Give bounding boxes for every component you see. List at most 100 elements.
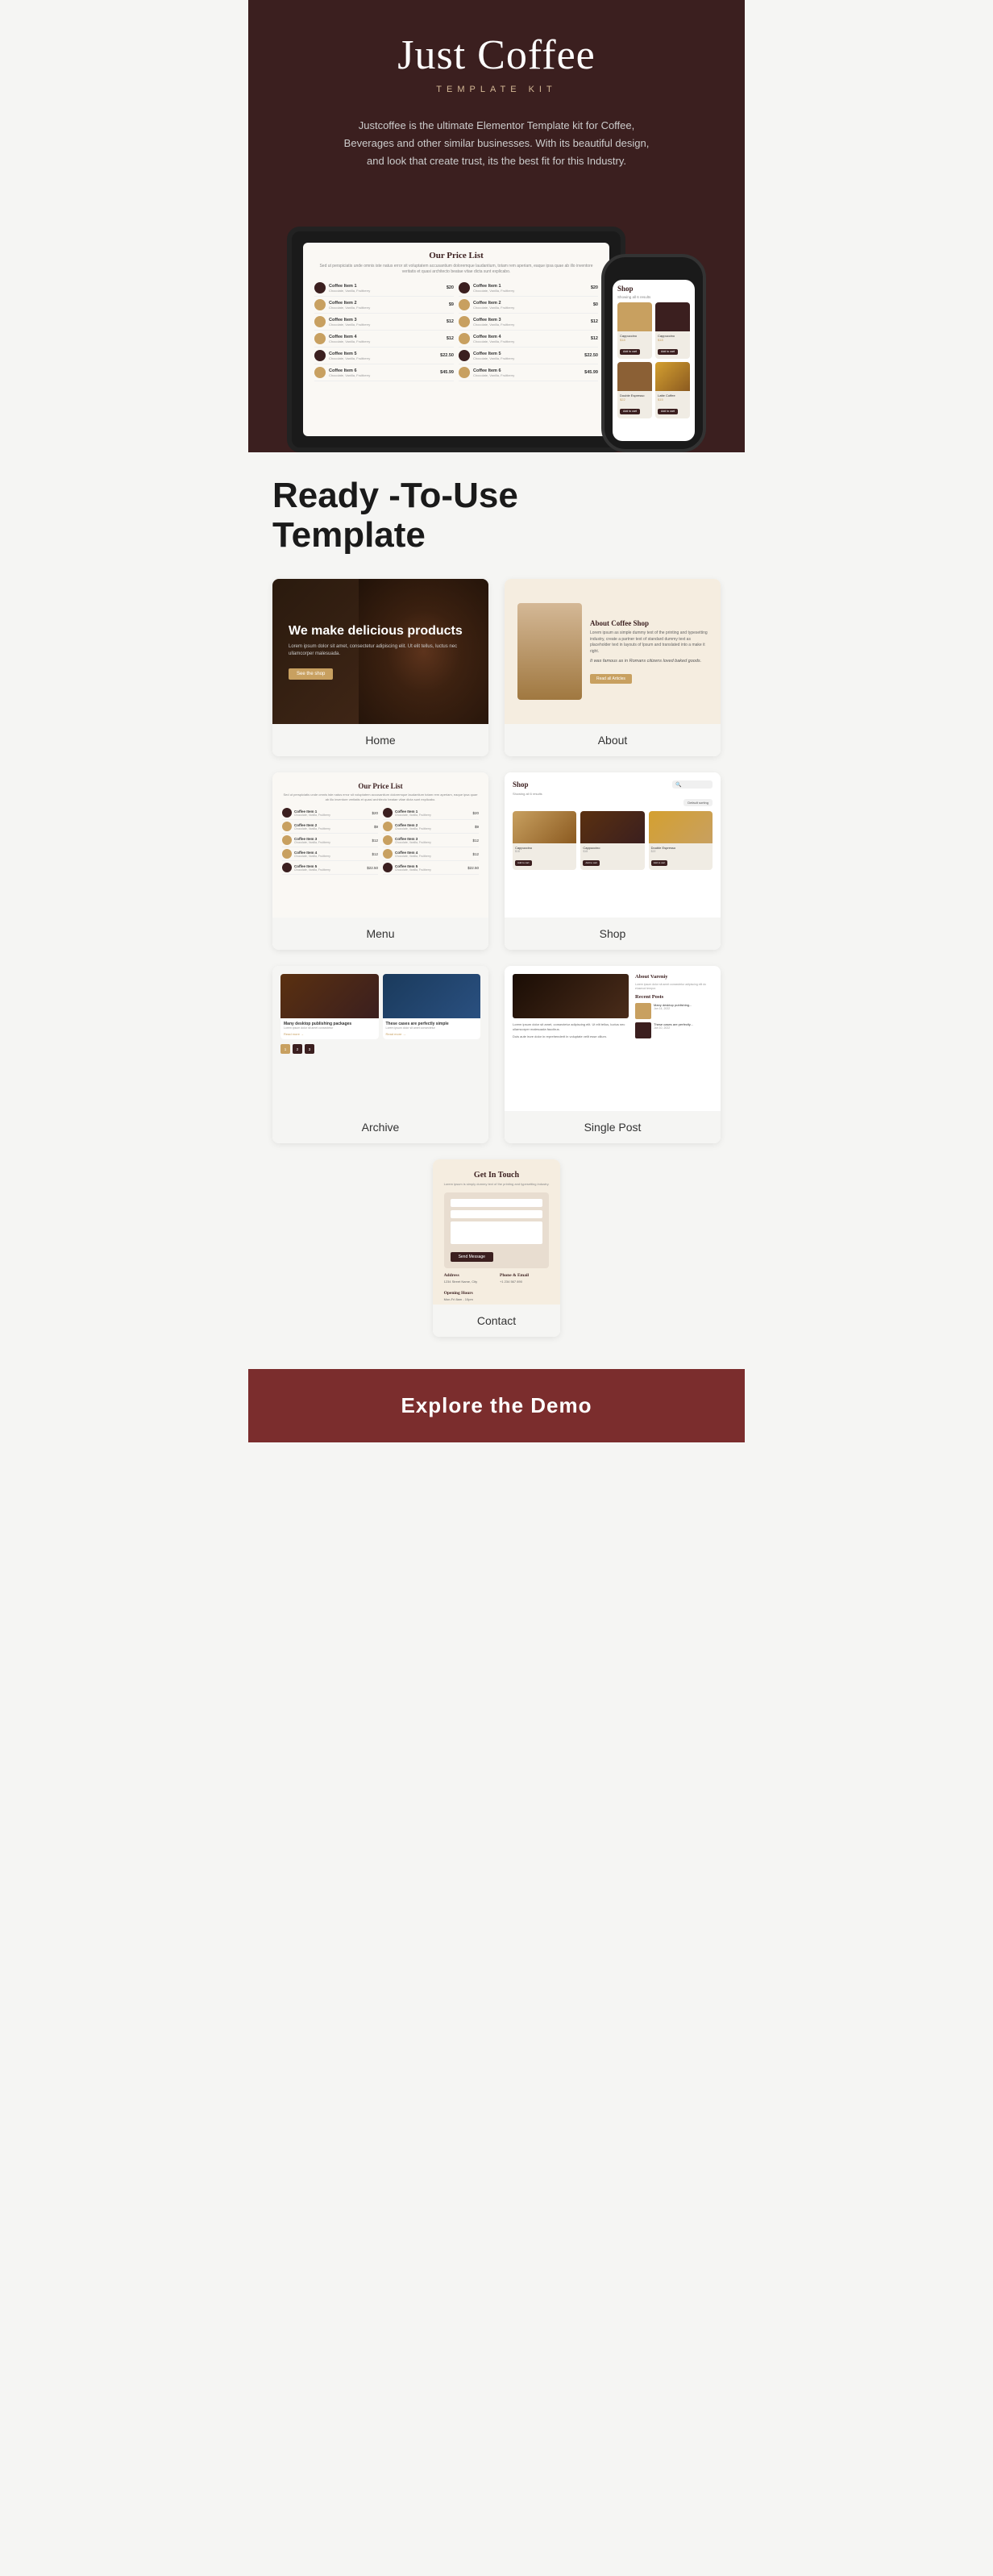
menu-item-icon [383,808,393,818]
price-row: Coffee Item 1 Chocolate, Vanilla, Fruitb… [314,280,598,381]
read-more-link[interactable]: Read more → [386,1032,478,1036]
single-preview-container: Lorem ipsum dolor sit amet, consectetur … [505,966,721,1111]
single-post-image [513,974,629,1018]
coffee-icon [314,333,326,344]
device-preview-section: Our Price List Sed ut perspiciatis unde … [248,210,745,452]
menu-item: Coffee Item 2 Chocolate, Vanilla, Fruitb… [282,820,378,834]
shop-products-grid: Cappuccino $18 Add to cart Cappuccino $1… [513,811,713,870]
home-template-card[interactable]: We make delicious products Lorem ipsum d… [272,579,488,756]
single-post-template-card[interactable]: Lorem ipsum dolor sit amet, consectetur … [505,966,721,1143]
explore-demo-section[interactable]: Explore the Demo [248,1369,745,1442]
menu-title: Our Price List [282,782,479,790]
product-image [580,811,644,843]
home-cta-button[interactable]: See the shop [289,668,333,680]
menu-items-grid: Coffee Item 1 Chocolate, Vanilla, Fruitb… [282,806,479,875]
read-more-link[interactable]: Read more → [284,1032,376,1036]
phone-mockup: Shop Showing all 6 results Cappuccino $1… [601,254,706,452]
about-title: About Coffee Shop [590,619,708,627]
product-image [649,811,713,843]
menu-item: Coffee Item 4 Chocolate, Vanilla, Fruitb… [282,847,378,861]
explore-demo-button[interactable]: Explore the Demo [280,1393,713,1418]
archive-template-card[interactable]: Many desktop publishing packages Lorem i… [272,966,488,1143]
price-col-left: Coffee Item 1 Chocolate, Vanilla, Fruitb… [314,280,454,381]
archive-preview-container: Many desktop publishing packages Lorem i… [272,966,488,1111]
phone-title: Phone & Email [500,1273,549,1278]
add-to-cart-button[interactable]: Add to cart [583,860,600,866]
shop-search-box[interactable]: 🔍 [672,780,713,789]
menu-item-icon [383,822,393,831]
coffee-icon [314,299,326,310]
price-item: Coffee Item 5 Chocolate, Vanilla, Fruitb… [459,347,598,364]
shop-title: Shop [617,285,690,293]
menu-template-card[interactable]: Our Price List Sed ut perspiciatis unde … [272,772,488,950]
archive-post-desc: Lorem ipsum dolor sit amet consectetur [386,1026,478,1030]
price-item: Coffee Item 3 Chocolate, Vanilla, Fruitb… [459,314,598,331]
menu-item: Coffee Item 5 Chocolate, Vanilla, Fruitb… [383,861,479,875]
archive-posts-grid: Many desktop publishing packages Lorem i… [280,974,480,1039]
name-field[interactable] [451,1199,543,1207]
price-item: Coffee Item 5 Chocolate, Vanilla, Fruitb… [314,347,454,364]
menu-item-icon [282,835,292,845]
template-grid-row1: We make delicious products Lorem ipsum d… [272,579,721,756]
message-field[interactable] [451,1221,543,1244]
product-card: Cappuccino $18 Add to cart [617,302,652,359]
sidebar-about-title: About Vareniy [635,974,713,980]
submit-button[interactable]: Send Message [451,1252,493,1262]
shop-sort-dropdown[interactable]: Default sorting [683,799,713,806]
phone-value: +1 234 567 890 [500,1280,549,1284]
menu-item: Coffee Item 1 Chocolate, Vanilla, Fruitb… [282,806,378,820]
home-headline: We make delicious products [289,623,472,639]
add-to-cart-button[interactable]: Add to cart [620,349,640,355]
sidebar-recent-title: Recent Posts [635,994,713,1000]
product-image [655,362,690,391]
about-person-image [517,603,582,700]
shop-preview-mini: Shop Showing all 6 results Cappuccino $1… [613,280,695,423]
coffee-icon [459,333,470,344]
coffee-icon [314,350,326,361]
product-image [617,362,652,391]
shop-template-label: Shop [505,918,721,950]
add-to-cart-button[interactable]: Add to cart [515,860,532,866]
price-col-right: Coffee Item 1 Chocolate, Vanilla, Fruitb… [459,280,598,381]
price-item: Coffee Item 6 Chocolate, Vanilla, Fruitb… [314,364,454,381]
contact-hours: Opening Hours Mon-Fri 8am - 10pm [444,1291,493,1302]
tablet-screen: Our Price List Sed ut perspiciatis unde … [303,243,609,436]
price-list-title: Our Price List [314,251,598,260]
single-post-main: Lorem ipsum dolor sit amet, consectetur … [513,974,629,1103]
page-btn-2[interactable]: 2 [293,1044,302,1054]
add-to-cart-button[interactable]: Add to cart [651,860,668,866]
recent-post-item: Many desktop publishing... Jan 14, 2022 [635,1003,713,1019]
add-to-cart-button[interactable]: Add to cart [620,409,640,414]
product-card: Cappuccino $18 Add to cart [513,811,576,870]
archive-post-card: Many desktop publishing packages Lorem i… [280,974,379,1039]
about-template-card[interactable]: About Coffee Shop Lorem ipsum as simple … [505,579,721,756]
menu-item: Coffee Item 2 Chocolate, Vanilla, Fruitb… [383,820,479,834]
email-field[interactable] [451,1210,543,1218]
contact-address: Address 1234 Street Name, City [444,1273,493,1284]
address-title: Address [444,1273,493,1278]
contact-info-grid: Address 1234 Street Name, City Phone & E… [444,1273,550,1301]
hours-value: Mon-Fri 8am - 10pm [444,1297,493,1302]
price-list-preview: Our Price List Sed ut perspiciatis unde … [303,243,609,389]
shop-template-card[interactable]: Shop 🔍 Showing all 6 results Default sor… [505,772,721,950]
single-post-content-2: Duis aute irure dolor in reprehenderit i… [513,1034,629,1039]
page-btn-3[interactable]: 3 [305,1044,314,1054]
coffee-icon [459,282,470,293]
about-description: Lorem ipsum as simple dummy text of the … [590,630,708,655]
header-section: Just Coffee TEMPLATE KIT Justcoffee is t… [248,0,745,210]
coffee-icon [459,316,470,327]
price-item: Coffee Item 1 Chocolate, Vanilla, Fruitb… [314,280,454,297]
add-to-cart-button[interactable]: Add to cart [658,349,678,355]
add-to-cart-button[interactable]: Add to cart [658,409,678,414]
shop-subtitle: Showing all 6 results [617,295,690,299]
about-preview: About Coffee Shop Lorem ipsum as simple … [505,579,721,724]
page-btn-1[interactable]: 1 [280,1044,290,1054]
contact-template-card[interactable]: Get In Touch Lorem ipsum is simply dummy… [433,1159,561,1337]
menu-item: Coffee Item 4 Chocolate, Vanilla, Fruitb… [383,847,479,861]
about-cta-button[interactable]: Read all Articles [590,674,632,684]
menu-item: Coffee Item 1 Chocolate, Vanilla, Fruitb… [383,806,479,820]
product-card: Double Espresso $22 Add to cart [649,811,713,870]
shop-filter-area: Default sorting [513,799,713,806]
menu-item: Coffee Item 3 Chocolate, Vanilla, Fruitb… [383,834,479,847]
recent-post-thumbnail [635,1022,651,1038]
